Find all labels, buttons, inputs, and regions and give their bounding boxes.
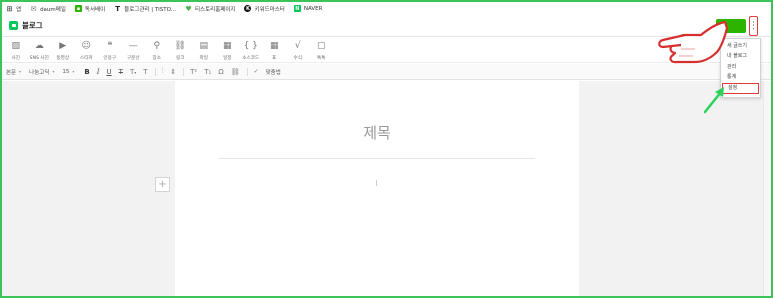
insert-formula-button[interactable]: √ 수식 — [286, 38, 310, 61]
video-icon: ▶ — [59, 41, 67, 51]
text-cursor — [376, 180, 377, 186]
strikethrough-button[interactable]: T — [119, 68, 123, 76]
title-underline — [219, 158, 535, 159]
chevron-down-icon: ▾ — [19, 69, 22, 74]
chevron-down-icon: ▾ — [72, 69, 75, 74]
book-site-icon: ▪ — [74, 5, 82, 12]
spellcheck-icon: ✓ — [253, 68, 259, 75]
insert-schedule-button[interactable]: ▦ 일정 — [216, 38, 240, 61]
italic-button[interactable]: I — [97, 68, 100, 76]
insert-source-code-button[interactable]: { } 소스코드 — [239, 38, 263, 61]
bookmark-daum-mail[interactable]: ✉ daum메일 — [30, 5, 66, 13]
source-code-icon: { } — [243, 41, 258, 51]
vertical-scrollbar[interactable] — [763, 81, 771, 296]
annotation-arrow-icon — [703, 87, 724, 114]
tistory-t-icon: T — [115, 4, 121, 13]
insert-talk-button[interactable]: ▢ 톡톡 — [310, 38, 334, 61]
menu-item-settings[interactable]: 설정 — [722, 82, 759, 94]
quote-icon: ❝ — [107, 41, 113, 51]
insert-photo-button[interactable]: ▨ 사진 — [4, 38, 28, 61]
subscript-icon[interactable]: T₁ — [204, 68, 211, 76]
chevron-down-icon: ▾ — [52, 69, 55, 74]
sticker-smile-icon: ☺ — [81, 41, 91, 51]
insert-sns-photo-button[interactable]: ☁ SNS 사진 — [28, 38, 52, 61]
paragraph-style-select[interactable]: 본문 — [6, 68, 16, 76]
toolbar-divider — [183, 67, 185, 76]
bookmark-apps[interactable]: ⊞ 앱 — [6, 4, 22, 13]
photo-icon: ▨ — [11, 41, 20, 51]
bookmarks-bar: ⊞ 앱 ✉ daum메일 ▪ 독서배이 T 블로그관리 | TISTO... ♥… — [2, 2, 771, 15]
toolbar-divider — [246, 67, 248, 76]
insert-sticker-button[interactable]: ☺ 스티커 — [75, 38, 99, 61]
bookmark-keyword-master[interactable]: K 키워드마스터 — [244, 5, 285, 13]
blog-brand-title[interactable]: 블로그 — [22, 20, 43, 31]
menu-item-stats[interactable]: 통계 — [721, 72, 760, 82]
insert-table-button[interactable]: ▦ 표 — [263, 38, 287, 61]
special-char-icon[interactable]: Ω — [218, 68, 223, 76]
toolbar-divider — [154, 67, 156, 76]
cloud-photo-icon: ☁ — [34, 41, 44, 51]
more-vertical-icon: ⋮ — [749, 20, 758, 31]
line-height-icon[interactable]: ⇕ — [170, 68, 176, 76]
spellcheck-button[interactable]: 맞춤법 — [266, 68, 281, 76]
insert-quote-button[interactable]: ❝ 인용구 — [98, 38, 122, 61]
font-family-select[interactable]: 나눔고딕 — [29, 68, 49, 76]
calendar-icon: ▦ — [222, 41, 232, 51]
divider-line-icon: — — [128, 41, 138, 51]
insert-file-button[interactable]: ▤ 파일 — [192, 38, 216, 61]
k-badge-icon: K — [244, 5, 252, 12]
underline-button[interactable]: U — [107, 68, 112, 76]
document-page: 제목 — [175, 81, 579, 296]
blog-logo-icon[interactable] — [9, 21, 18, 30]
more-menu-button[interactable]: ⋮ — [749, 16, 758, 36]
bookmark-naver[interactable]: N NAVER — [293, 5, 322, 12]
align-left-icon[interactable]: ⫶ — [162, 67, 164, 76]
heart-icon: ♥ — [185, 4, 192, 13]
apps-grid-icon: ⊞ — [6, 4, 13, 13]
superscript-icon[interactable]: T² — [190, 68, 197, 76]
talk-bubble-icon: ▢ — [316, 41, 326, 51]
insert-link-icon[interactable]: ⛓ — [231, 68, 240, 76]
background-color-icon[interactable]: T — [143, 68, 147, 76]
place-pin-icon: ⚲ — [153, 41, 161, 51]
font-size-select[interactable]: 15 — [62, 69, 69, 75]
bold-button[interactable]: B — [84, 68, 89, 76]
add-component-button[interactable]: + — [155, 177, 170, 192]
editor-canvas: 제목 + — [2, 81, 771, 296]
insert-video-button[interactable]: ▶ 동영상 — [51, 38, 75, 61]
formula-icon: √ — [294, 41, 301, 51]
bookmark-tistory-admin[interactable]: T 블로그관리 | TISTO... — [114, 5, 176, 13]
table-grid-icon: ▦ — [269, 41, 279, 51]
title-input[interactable]: 제목 — [219, 122, 535, 143]
browser-frame: ⊞ 앱 ✉ daum메일 ▪ 독서배이 T 블로그관리 | TISTO... ♥… — [0, 0, 773, 298]
text-color-icon[interactable]: T▾ — [130, 68, 136, 76]
link-icon: ⛓ — [174, 41, 186, 51]
bookmark-dokseo[interactable]: ▪ 독서배이 — [74, 5, 105, 13]
insert-place-button[interactable]: ⚲ 장소 — [145, 38, 169, 61]
naver-n-icon: N — [293, 5, 301, 12]
file-icon: ▤ — [199, 41, 208, 51]
insert-divider-button[interactable]: — 구분선 — [122, 38, 146, 61]
bookmark-tistory-home[interactable]: ♥ 티스토리홈페이지 — [185, 5, 235, 13]
pointing-hand-icon — [658, 20, 729, 64]
insert-link-button[interactable]: ⛓ 링크 — [169, 38, 193, 61]
format-toolbar: 본문 ▾ 나눔고딕 ▾ 15 ▾ B I U T T▾ T ⫶ ⇕ T² T₁ … — [2, 64, 771, 80]
mail-icon: ✉ — [30, 4, 37, 13]
